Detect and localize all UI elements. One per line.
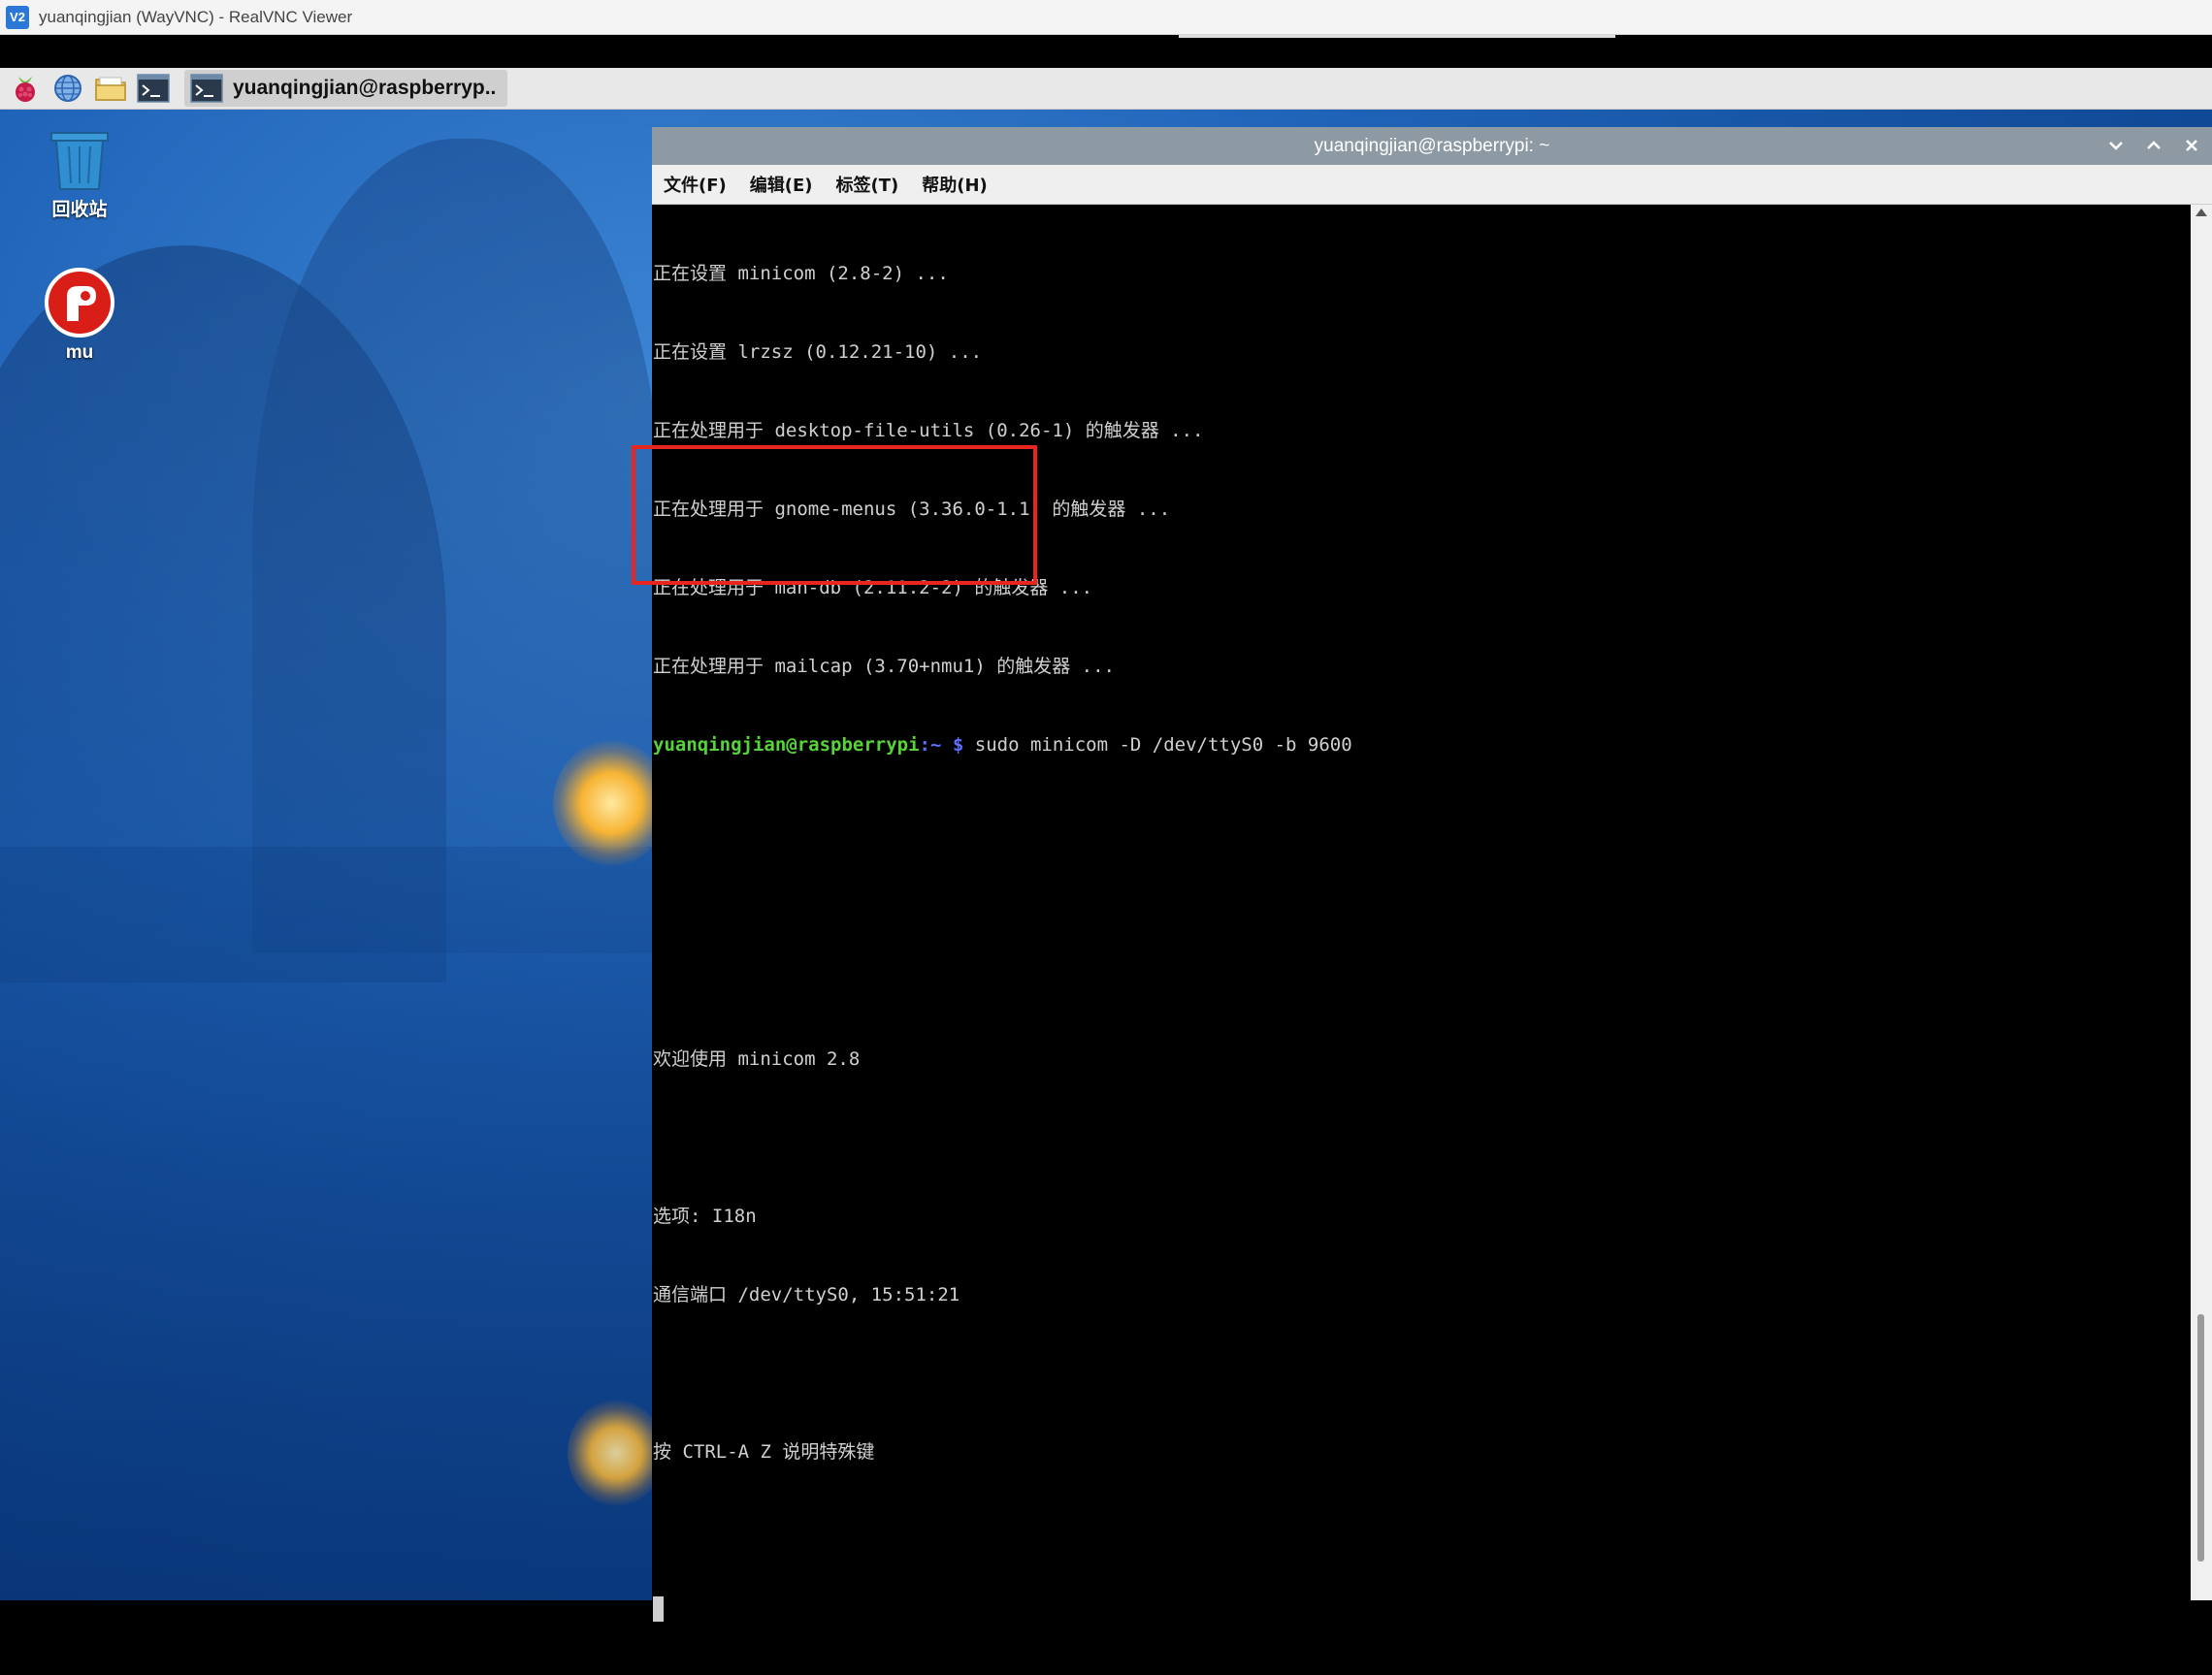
minimize-icon[interactable] [2103,133,2129,158]
terminal-title: yuanqingjian@raspberrypi: ~ [1314,135,1550,156]
terminal-scrollbar[interactable] [2191,205,2212,1600]
realvnc-logo-icon: V2 [6,5,29,29]
wallpaper-water [0,847,660,1600]
black-strip [0,35,2212,68]
terminal-icon [190,74,223,103]
menu-help[interactable]: 帮助(H) [922,172,988,197]
minicom-options: 选项: I18n [653,1206,757,1227]
terminal-menubar: 文件(F) 编辑(E) 标签(T) 帮助(H) [652,165,2212,205]
desktop-icon-mu[interactable]: mu [21,267,138,364]
scroll-up-arrow-icon[interactable] [2196,209,2207,216]
prompt-user: yuanqingjian@raspberrypi [653,734,920,756]
taskbar: yuanqingjian@raspberryp.. [0,68,2212,110]
terminal-output[interactable]: 正在设置 minicom (2.8-2) ... 正在设置 lrzsz (0.1… [652,205,2191,1622]
scrollbar-thumb[interactable] [2197,1314,2204,1562]
terminal-titlebar[interactable]: yuanqingjian@raspberrypi: ~ [652,127,2212,165]
desktop-icon-label: mu [65,342,94,363]
folder-icon[interactable] [93,72,128,105]
minicom-port: 通信端口 /dev/ttyS0, 15:51:21 [653,1284,960,1305]
raspberry-icon[interactable] [8,72,43,105]
taskbar-task-label: yuanqingjian@raspberryp.. [233,77,497,99]
menu-tabs[interactable]: 标签(T) [836,172,899,197]
terminal-line: 正在处理用于 mailcap (3.70+nmu1) 的触发器 ... [653,656,1115,677]
globe-icon[interactable] [50,72,85,105]
vnc-titlebar: V2 yuanqingjian (WayVNC) - RealVNC Viewe… [0,0,2212,35]
mu-icon [45,268,114,338]
red-highlight-box [632,445,1037,585]
desktop-icon-trash[interactable]: 回收站 [21,131,138,221]
desktop-icon-label: 回收站 [51,200,108,220]
menu-file[interactable]: 文件(F) [664,172,727,197]
terminal-window[interactable]: yuanqingjian@raspberrypi: ~ 文件(F) 编辑(E) … [652,127,2212,1622]
lantern-reflection [568,1400,665,1506]
prompt-path: :~ $ [919,734,964,756]
terminal-line: 正在设置 lrzsz (0.12.21-10) ... [653,341,983,363]
terminal-line: 正在处理用于 desktop-file-utils (0.26-1) 的触发器 … [653,420,1204,441]
terminal-prompt-line: yuanqingjian@raspberrypi:~ $ sudo minico… [653,732,1352,758]
menu-edit[interactable]: 编辑(E) [750,172,813,197]
taskbar-task-terminal[interactable]: yuanqingjian@raspberryp.. [184,70,508,107]
minicom-hint: 按 CTRL-A Z 说明特殊键 [653,1441,875,1463]
trash-icon [50,132,109,190]
terminal-icon[interactable] [136,72,171,105]
terminal-line: 正在设置 minicom (2.8-2) ... [653,263,949,284]
close-icon[interactable] [2179,133,2204,158]
minicom-welcome: 欢迎使用 minicom 2.8 [653,1048,861,1070]
maximize-icon[interactable] [2141,133,2166,158]
vnc-window-title: yuanqingjian (WayVNC) - RealVNC Viewer [39,7,353,26]
prompt-command: sudo minicom -D /dev/ttyS0 -b 9600 [963,734,1352,756]
